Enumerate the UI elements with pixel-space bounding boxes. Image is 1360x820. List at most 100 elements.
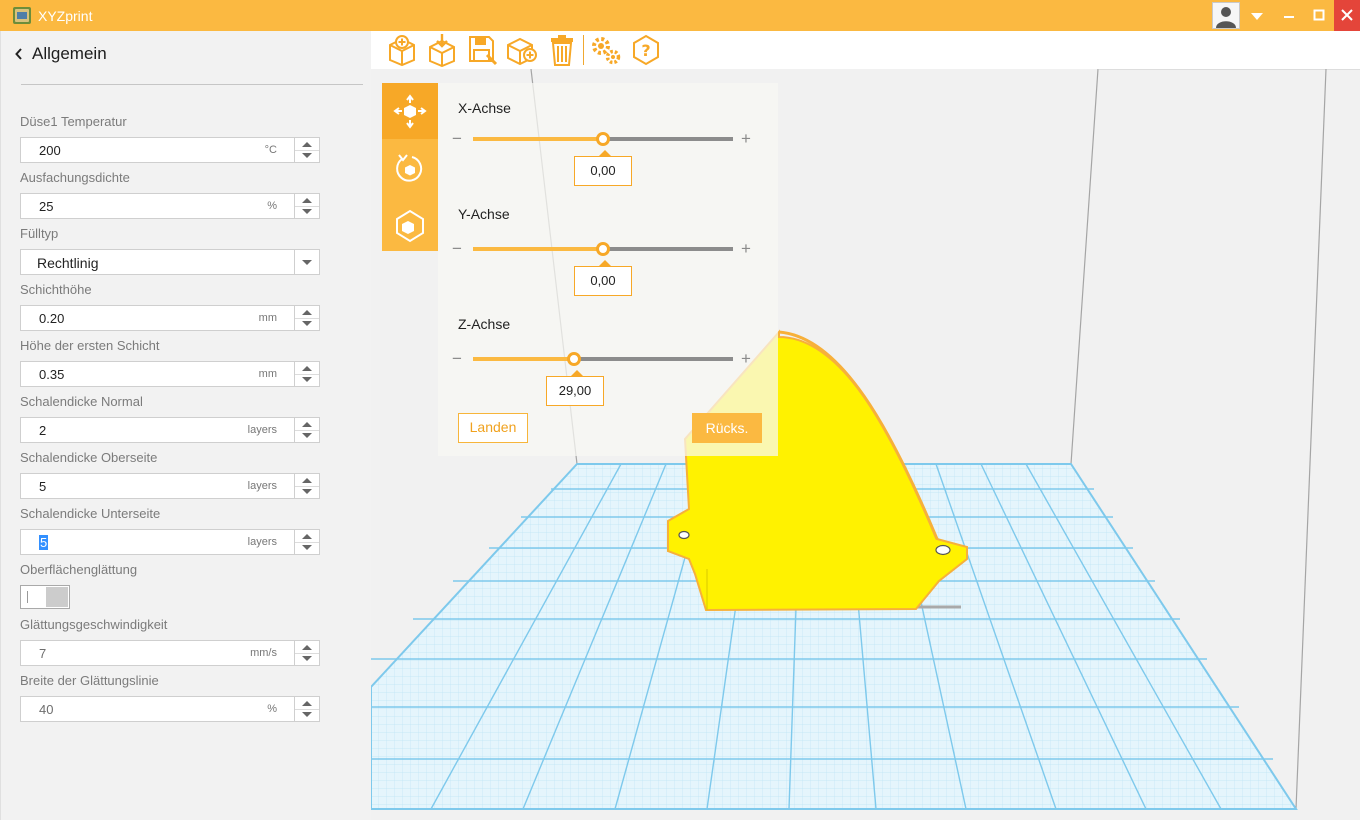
import-model-icon[interactable]	[385, 33, 419, 67]
slider-fill	[473, 357, 575, 361]
stepper[interactable]	[294, 530, 319, 554]
user-icon	[1216, 7, 1236, 28]
app-title: XYZprint	[38, 8, 93, 24]
field-value[interactable]: 0.20	[39, 311, 64, 326]
x-axis-label: X-Achse	[458, 100, 511, 116]
field-value[interactable]: 40	[39, 702, 53, 717]
account-dropdown-button[interactable]	[1242, 0, 1272, 31]
surface-smoothing-toggle[interactable]	[20, 585, 70, 609]
shell-thickness-top-input[interactable]: 5 layers	[20, 473, 320, 499]
spin-down-icon[interactable]	[295, 709, 319, 721]
toggle-knob[interactable]	[46, 587, 68, 607]
field-label: Ausfachungsdichte	[20, 170, 130, 185]
select-value[interactable]: Rechtlinig	[37, 255, 98, 271]
y-increase-button[interactable]: +	[741, 239, 751, 259]
help-icon[interactable]: ?	[629, 33, 663, 67]
stepper[interactable]	[294, 641, 319, 665]
field-value[interactable]: 7	[39, 646, 46, 661]
scale-mode-tab[interactable]	[382, 195, 438, 251]
caret-down-icon	[1251, 13, 1263, 20]
spin-down-icon[interactable]	[295, 374, 319, 386]
y-axis-slider[interactable]	[473, 242, 733, 256]
field-label: Schalendicke Oberseite	[20, 450, 158, 465]
land-button[interactable]: Landen	[458, 413, 528, 443]
z-axis-slider[interactable]	[473, 352, 733, 366]
nozzle-temperature-input[interactable]: 200 °C	[20, 137, 320, 163]
field-value[interactable]: 5	[39, 479, 46, 494]
slider-thumb[interactable]	[596, 242, 610, 256]
layer-height-input[interactable]: 0.20 mm	[20, 305, 320, 331]
field-value[interactable]: 25	[39, 199, 53, 214]
settings-icon[interactable]	[589, 33, 623, 67]
field-value[interactable]: 2	[39, 423, 46, 438]
z-decrease-button[interactable]: −	[452, 349, 462, 369]
delete-icon[interactable]	[545, 33, 579, 67]
stepper[interactable]	[294, 474, 319, 498]
stepper[interactable]	[294, 362, 319, 386]
smoothing-speed-input[interactable]: 7 mm/s	[20, 640, 320, 666]
stepper[interactable]	[294, 306, 319, 330]
spin-down-icon[interactable]	[295, 318, 319, 330]
minimize-button[interactable]	[1274, 0, 1304, 31]
y-value[interactable]: 0,00	[590, 273, 615, 288]
y-axis-label: Y-Achse	[458, 206, 510, 222]
stepper[interactable]	[294, 418, 319, 442]
spin-down-icon[interactable]	[295, 653, 319, 665]
x-axis-slider[interactable]	[473, 132, 733, 146]
z-increase-button[interactable]: +	[741, 349, 751, 369]
x-value[interactable]: 0,00	[590, 163, 615, 178]
field-unit: layers	[247, 480, 277, 492]
spin-down-icon[interactable]	[295, 542, 319, 554]
infill-density-input[interactable]: 25 %	[20, 193, 320, 219]
infill-type-select[interactable]: Rechtlinig	[20, 249, 320, 275]
shell-thickness-normal-input[interactable]: 2 layers	[20, 417, 320, 443]
minimize-icon	[1284, 16, 1294, 18]
x-increase-button[interactable]: +	[741, 129, 751, 149]
spin-down-icon[interactable]	[295, 206, 319, 218]
first-layer-height-input[interactable]: 0.35 mm	[20, 361, 320, 387]
load-project-icon[interactable]	[425, 33, 459, 67]
callout-notch	[571, 370, 583, 376]
field-value[interactable]: 200	[39, 143, 61, 158]
spin-down-icon[interactable]	[295, 486, 319, 498]
close-button[interactable]	[1334, 0, 1360, 31]
back-arrow-icon[interactable]	[15, 48, 23, 60]
main-toolbar: ?	[371, 31, 1360, 69]
reset-button[interactable]: Rücks.	[692, 413, 762, 443]
field-unit: °C	[264, 144, 277, 156]
field-unit: layers	[247, 536, 277, 548]
panel-title[interactable]: Allgemein	[32, 44, 107, 64]
move-mode-tab[interactable]	[382, 83, 438, 139]
add-object-icon[interactable]	[505, 33, 539, 67]
z-value[interactable]: 29,00	[559, 383, 592, 398]
user-avatar[interactable]	[1212, 2, 1240, 29]
field-unit: mm	[258, 312, 277, 324]
field-label: Schalendicke Normal	[20, 394, 143, 409]
x-decrease-button[interactable]: −	[452, 129, 462, 149]
smoothing-line-width-input[interactable]: 40 %	[20, 696, 320, 722]
rotate-mode-tab[interactable]	[382, 139, 438, 195]
toolbar-divider	[583, 35, 584, 65]
x-value-box[interactable]: 0,00	[574, 150, 632, 186]
stepper[interactable]	[294, 194, 319, 218]
field-label: Schalendicke Unterseite	[20, 506, 161, 521]
stepper[interactable]	[294, 697, 319, 721]
stepper[interactable]	[294, 138, 319, 162]
toggle-mark	[27, 591, 28, 603]
field-value[interactable]: 0.35	[39, 367, 64, 382]
select-toggle[interactable]	[294, 250, 319, 274]
divider	[21, 84, 363, 85]
z-value-box[interactable]: 29,00	[546, 370, 604, 406]
field-value[interactable]: 5	[39, 535, 49, 550]
save-project-icon[interactable]	[465, 33, 499, 67]
y-value-box[interactable]: 0,00	[574, 260, 632, 296]
rotate-icon	[396, 154, 423, 182]
slider-track	[574, 357, 733, 361]
slider-track	[603, 137, 733, 141]
maximize-button[interactable]	[1304, 0, 1334, 31]
y-decrease-button[interactable]: −	[452, 239, 462, 259]
spin-down-icon[interactable]	[295, 430, 319, 442]
shell-thickness-bottom-input[interactable]: 5 layers	[20, 529, 320, 555]
spin-down-icon[interactable]	[295, 150, 319, 162]
slider-thumb[interactable]	[596, 132, 610, 146]
